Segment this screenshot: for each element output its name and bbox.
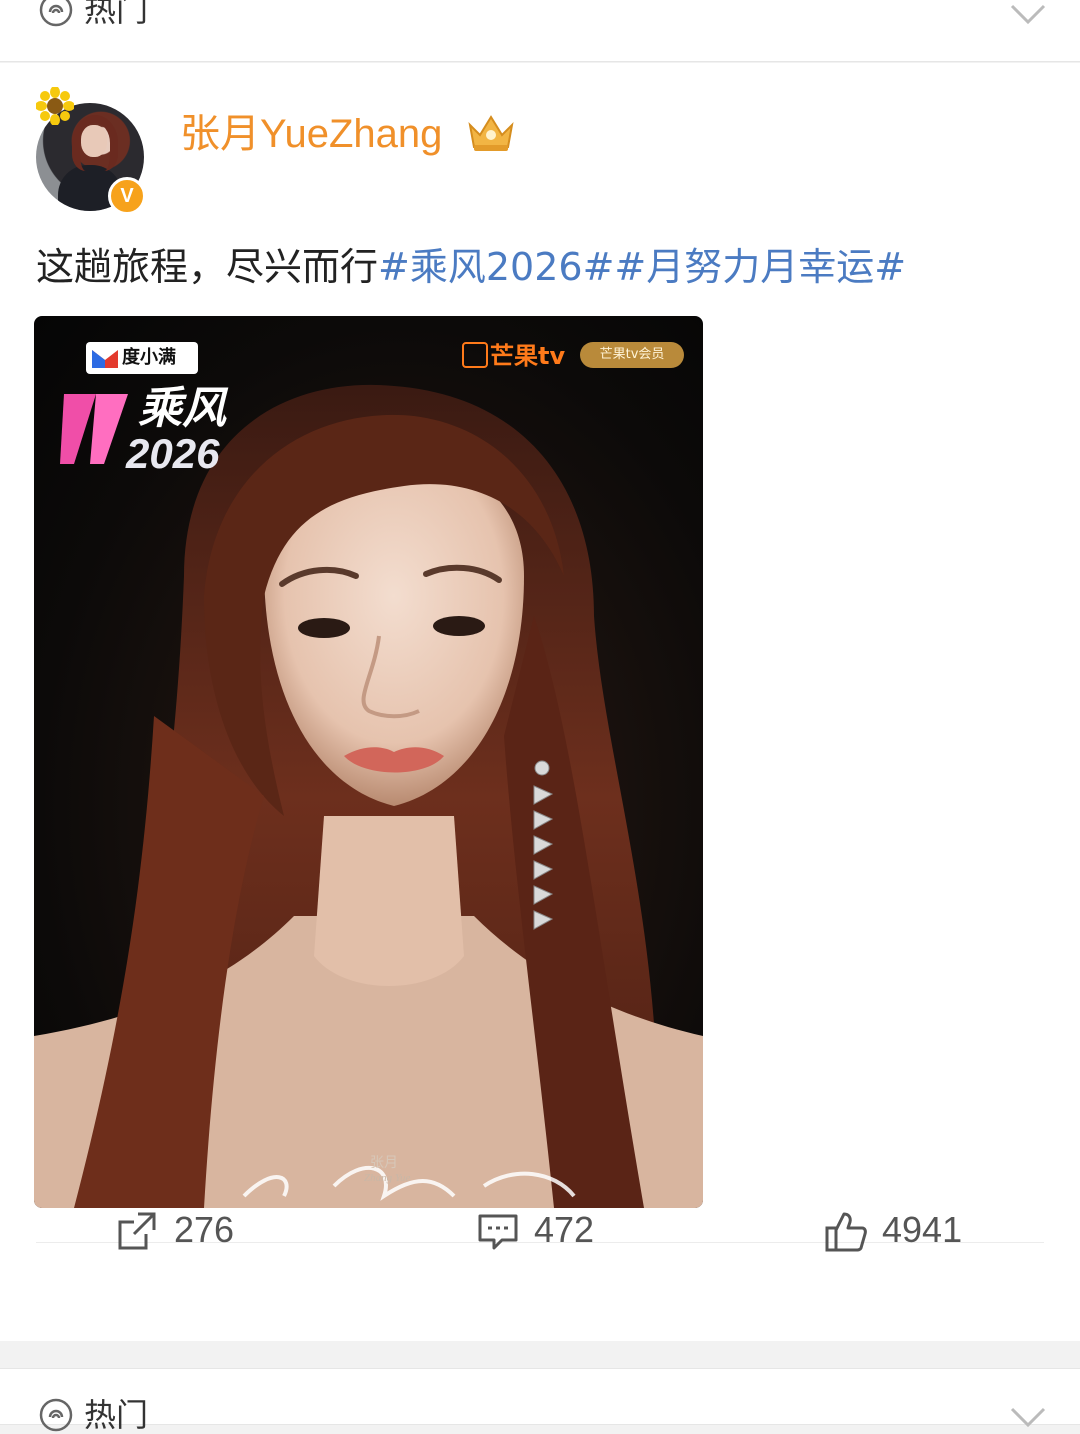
comment-icon xyxy=(478,1214,518,1250)
like-count: 4941 xyxy=(882,1209,963,1250)
comment-count: 472 xyxy=(534,1209,595,1250)
repost-icon xyxy=(118,1212,156,1250)
platform-name: 芒果tv xyxy=(490,342,566,370)
thumbs-up-icon xyxy=(825,1212,867,1252)
show-emblem-icon xyxy=(60,394,128,464)
sponsor-name: 度小满 xyxy=(122,347,176,368)
username-link[interactable]: 张月YueZhang xyxy=(180,107,442,161)
hot-label: 热门 xyxy=(84,1396,149,1434)
signature-pinyin: Zhang Yue xyxy=(364,1172,411,1184)
sponsor-logo: 度小满 xyxy=(86,342,198,374)
dxm-logo-icon xyxy=(92,350,118,368)
sunflower-icon xyxy=(36,87,74,125)
show-title: 乘风 xyxy=(138,383,226,434)
platform-logo: 芒果tv xyxy=(462,340,565,372)
hot-label: 热门 xyxy=(84,0,149,29)
hot-section-header-bottom[interactable]: 热门 xyxy=(0,1368,1080,1433)
repost-count: 276 xyxy=(174,1209,235,1250)
hashtag-link[interactable]: #乘风2026# xyxy=(378,245,614,289)
post-text-plain: 这趟旅程，尽兴而行 xyxy=(36,245,379,289)
hot-icon xyxy=(39,1398,73,1432)
signature-name: 张月 xyxy=(370,1155,398,1171)
show-year: 2026 xyxy=(126,430,220,477)
hashtag-link[interactable]: #月努力月幸运# xyxy=(614,245,906,289)
vip-badge: 芒果tv会员 xyxy=(580,342,684,368)
post-image[interactable]: 度小满 乘风 2026 芒果tv 芒果tv会员 张月 Zhang Yue xyxy=(34,316,703,1208)
hot-section-header-top[interactable]: 热门 xyxy=(0,0,1080,62)
post-text: 这趟旅程，尽兴而行#乘风2026##月努力月幸运# xyxy=(36,241,906,293)
verified-badge: V xyxy=(108,177,146,215)
chevron-down-icon[interactable] xyxy=(1008,1405,1048,1429)
weibo-post-card: V 张月YueZhang 这趟旅程，尽兴而行#乘风2026##月努力月幸运# 度… xyxy=(0,63,1080,1341)
chevron-down-icon[interactable] xyxy=(1008,2,1048,26)
vip-crown-icon[interactable] xyxy=(464,111,518,155)
show-logo: 乘风 2026 xyxy=(56,384,256,484)
hot-icon xyxy=(39,0,73,27)
